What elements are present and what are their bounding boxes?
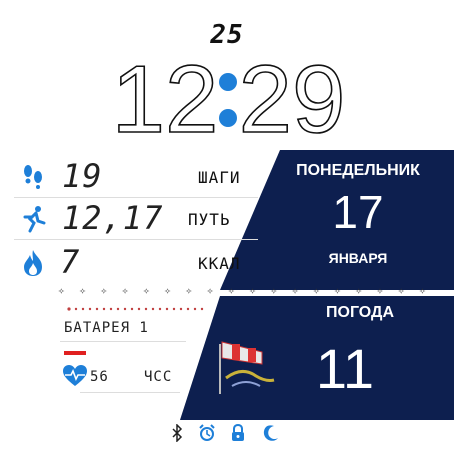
- seconds-display: 25: [210, 20, 244, 50]
- steps-label: ШАГИ: [198, 168, 241, 187]
- temperature-value: 11: [315, 337, 375, 400]
- calories-value: 7: [60, 243, 81, 281]
- battery-label: БАТАРЕЯ 1: [64, 320, 149, 336]
- alarm-icon: [199, 424, 215, 441]
- minutes-text: 29: [239, 52, 346, 142]
- heart-rate-value: 56: [90, 369, 109, 385]
- flame-icon: [24, 250, 42, 276]
- weekday-label: ПОНЕДЕЛЬНИК: [296, 162, 420, 179]
- windsock-icon: [219, 341, 275, 394]
- calories-label: ККАЛ: [198, 254, 241, 273]
- steps-value: 19: [62, 157, 103, 195]
- distance-label: ПУТЬ: [188, 210, 231, 229]
- battery-level-bar: [64, 351, 86, 355]
- battery-dots: [67, 307, 204, 311]
- moon-icon: [263, 425, 278, 441]
- time-display: 12 29: [111, 52, 346, 142]
- lock-icon: [232, 424, 244, 441]
- divider: [60, 341, 186, 342]
- divider: [14, 239, 258, 240]
- divider: [80, 392, 180, 393]
- hours-text: 12: [112, 52, 219, 142]
- distance-value: 12,17: [62, 199, 164, 237]
- weather-title: ПОГОДА: [326, 304, 394, 321]
- colon-dot-bottom: [219, 109, 237, 127]
- colon-dot-top: [219, 73, 237, 91]
- heart-rate-label: ЧСС: [144, 369, 173, 385]
- month-label: ЯНВАРЯ: [328, 250, 388, 266]
- running-icon: [23, 206, 46, 233]
- day-number: 17: [332, 186, 384, 238]
- bluetooth-icon: [172, 424, 183, 442]
- heart-icon: [63, 365, 87, 386]
- dot-separator: ✧ ✧ ✧ ✧ ✧ ✧ ✧ ✧ ✧ ✧ ✧ ✧ ✧ ✧ ✧ ✧ ✧ ✧: [58, 284, 430, 297]
- steps-icon: [24, 165, 42, 189]
- divider: [14, 197, 258, 198]
